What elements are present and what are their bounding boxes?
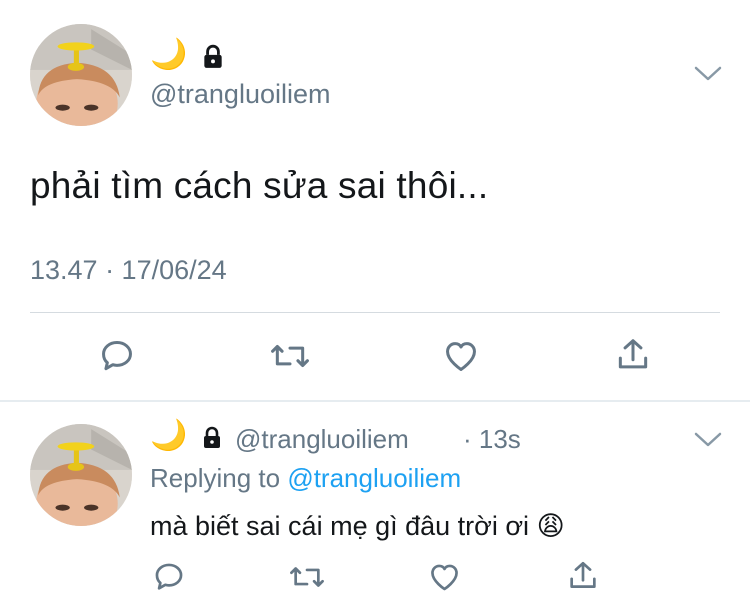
section-divider	[0, 400, 750, 402]
chevron-down-icon[interactable]	[692, 430, 724, 450]
divider	[30, 312, 720, 313]
chevron-down-icon[interactable]	[692, 64, 724, 84]
avatar-photo	[30, 24, 132, 126]
retweet-icon[interactable]	[269, 337, 311, 375]
reply-name-emoji: 🌙	[150, 419, 188, 452]
reply-icon[interactable]	[98, 337, 136, 375]
reply-avatar[interactable]	[30, 424, 132, 526]
lock-icon	[200, 44, 226, 70]
name-emoji: 🌙	[150, 38, 188, 71]
retweet-icon[interactable]	[288, 560, 326, 594]
replying-prefix: Replying to	[150, 463, 281, 493]
reply-time[interactable]: · 13s	[463, 424, 521, 455]
share-icon[interactable]	[566, 558, 600, 594]
avatar[interactable]	[30, 24, 132, 126]
lock-icon	[200, 426, 224, 450]
weary-face-emoji: 😩	[536, 511, 565, 541]
like-icon[interactable]	[427, 560, 462, 594]
reply-icon[interactable]	[152, 560, 186, 594]
tweet-text: phải tìm cách sửa sai thôi...	[30, 165, 489, 206]
reply-user-handle[interactable]: @trangluoiliem	[235, 424, 409, 455]
replying-to: Replying to @trangluoiliem	[150, 463, 461, 494]
avatar-photo	[30, 424, 132, 526]
replying-handle-link[interactable]: @trangluoiliem	[287, 463, 461, 493]
like-icon[interactable]	[441, 337, 481, 375]
reply-text-body: mà biết sai cái mẹ gì đâu trời ơi	[150, 511, 530, 541]
user-handle[interactable]: @trangluoiliem	[150, 79, 330, 110]
timestamp[interactable]: 13.47 · 17/06/24	[30, 255, 227, 286]
reply-text: mà biết sai cái mẹ gì đâu trời ơi 😩	[150, 511, 565, 542]
share-icon[interactable]	[614, 335, 652, 375]
